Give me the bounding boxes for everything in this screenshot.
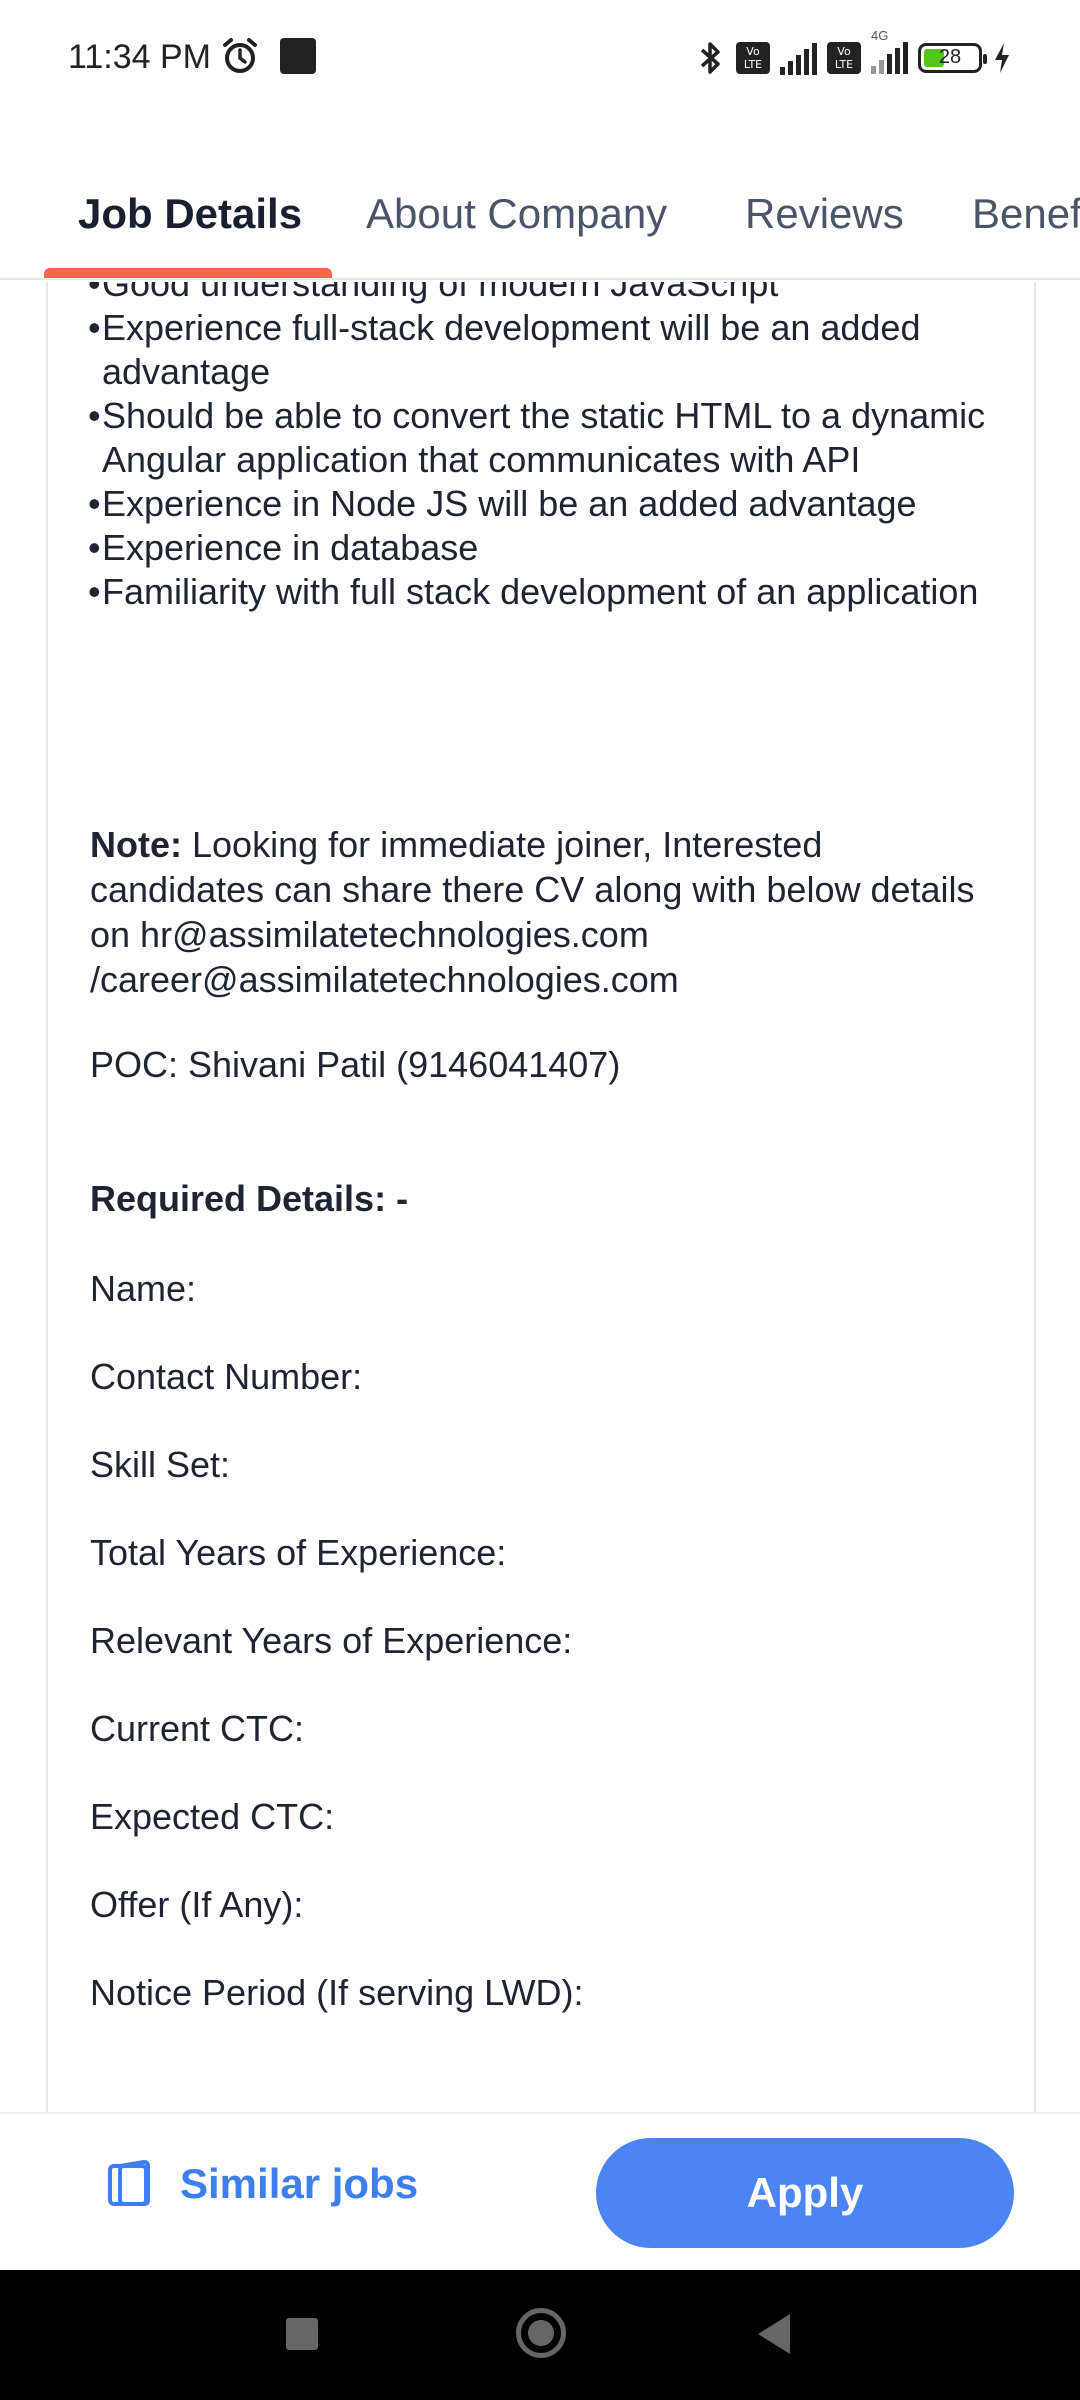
field-relevant-experience: Relevant Years of Experience: [90, 1620, 573, 1661]
apply-button[interactable]: Apply [596, 2138, 1014, 2248]
field-name: Name: [90, 1268, 197, 1309]
similar-jobs-label: Similar jobs [180, 2160, 419, 2207]
status-time: 11:34 PM [68, 38, 212, 76]
similar-jobs-button[interactable]: Similar jobs [104, 2158, 418, 2210]
field-offer: Offer (If Any): [90, 1884, 304, 1925]
alarm-icon [223, 38, 257, 73]
note-label: Note: [90, 824, 182, 865]
list-item: • Good understanding of modern JavaScript [88, 282, 779, 304]
list-item: • Experience full-stack development will … [88, 307, 921, 392]
volte-icon-2: Vo LTE [827, 41, 861, 74]
home-icon[interactable] [516, 2308, 566, 2358]
field-current-ctc: Current CTC: [90, 1708, 305, 1749]
battery-icon: 28 [918, 42, 987, 73]
job-description: • Good understanding of modern JavaScript… [46, 282, 1036, 2112]
charging-icon [995, 42, 1009, 73]
field-skill-set: Skill Set: [90, 1444, 231, 1485]
field-contact-number: Contact Number: [90, 1356, 363, 1397]
field-total-experience: Total Years of Experience: [90, 1532, 507, 1573]
note-text: Looking for immediate joiner, Interested… [90, 824, 975, 1000]
notification-square-icon [280, 38, 316, 74]
required-details-title: Required Details: - [90, 1178, 409, 1219]
system-nav-bar [0, 2270, 1080, 2400]
requirements-list: • Good understanding of modern JavaScript… [88, 282, 1028, 614]
list-item: • Familiarity with full stack development… [88, 571, 979, 612]
back-icon[interactable] [758, 2314, 790, 2354]
recent-apps-icon[interactable] [286, 2318, 318, 2350]
bluetooth-icon [700, 41, 720, 74]
status-left-icons [220, 36, 316, 76]
bottom-action-bar: Similar jobs Apply [0, 2112, 1080, 2270]
volte-icon: Vo LTE [736, 41, 770, 74]
cards-icon [108, 2160, 150, 2206]
field-expected-ctc: Expected CTC: [90, 1796, 335, 1837]
poc-contact: POC: Shivani Patil (9146041407) [90, 1044, 621, 1085]
note-paragraph: Note: Looking for immediate joiner, Inte… [90, 822, 990, 1002]
tab-about-company[interactable]: About Company [366, 190, 667, 238]
signal-4g-icon: 4G [871, 28, 908, 79]
signal-icon [780, 41, 817, 75]
status-right-icons: Vo LTE Vo LTE 4G 28 [696, 28, 1012, 79]
network-type-label: 4G [871, 28, 889, 43]
tab-bar: Job Details About Company Reviews Benef [0, 160, 1080, 280]
active-tab-indicator [44, 268, 332, 278]
list-item: • Should be able to convert the static HT… [88, 395, 986, 480]
tab-reviews[interactable]: Reviews [745, 190, 904, 238]
tab-benefits[interactable]: Benef [972, 190, 1080, 238]
list-item: • Experience in database [88, 527, 479, 568]
status-bar: 11:34 PM Vo LTE Vo LTE 4G 28 [0, 0, 1080, 120]
list-item: • Experience in Node JS will be an added … [88, 483, 917, 524]
field-notice-period: Notice Period (If serving LWD): [90, 1972, 584, 2013]
battery-level: 28 [938, 46, 962, 68]
tab-job-details[interactable]: Job Details [78, 190, 302, 238]
